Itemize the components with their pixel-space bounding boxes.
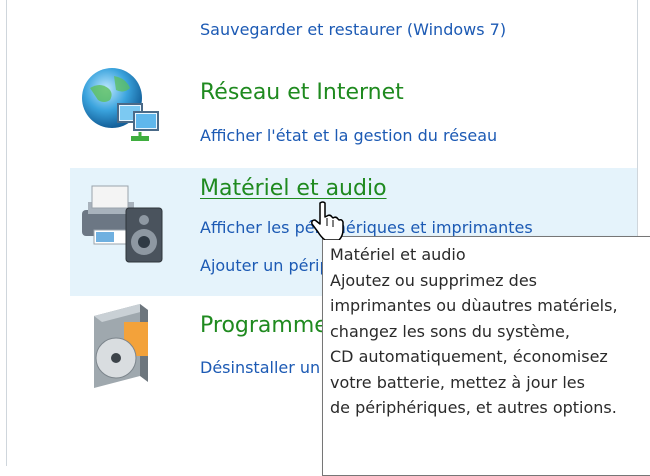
printer-speaker-icon bbox=[76, 172, 176, 276]
tooltip-line: Matériel et audio bbox=[330, 245, 466, 264]
panel-left-border bbox=[6, 0, 7, 466]
network-status-link[interactable]: Afficher l'état et la gestion du réseau bbox=[200, 126, 497, 145]
hand-pointer-cursor-icon bbox=[310, 200, 344, 244]
tooltip-line: votre batterie, mettez à jour les bbox=[330, 372, 585, 392]
tooltip-line: changez les sons du système, bbox=[330, 321, 570, 341]
tooltip-line: imprimantes ou dùautres matériels, bbox=[330, 296, 618, 315]
tooltip-line: CD automatiquement, économisez bbox=[330, 347, 608, 366]
hardware-tooltip: Matériel et audio Ajoutez ou supprimez d… bbox=[322, 236, 650, 476]
tooltip-line: Ajoutez ou supprimez des bbox=[330, 270, 537, 290]
program-box-icon bbox=[84, 298, 164, 398]
globe-network-icon bbox=[76, 66, 176, 160]
tooltip-line: de périphériques, et autres options. bbox=[330, 398, 617, 417]
programs-heading[interactable]: Programmes bbox=[200, 313, 339, 338]
devices-printers-link[interactable]: Afficher les périphériques et imprimante… bbox=[200, 218, 533, 237]
backup-restore-link[interactable]: Sauvegarder et restaurer (Windows 7) bbox=[200, 20, 506, 39]
network-internet-heading[interactable]: Réseau et Internet bbox=[200, 80, 404, 105]
hardware-audio-heading[interactable]: Matériel et audio bbox=[200, 176, 387, 201]
